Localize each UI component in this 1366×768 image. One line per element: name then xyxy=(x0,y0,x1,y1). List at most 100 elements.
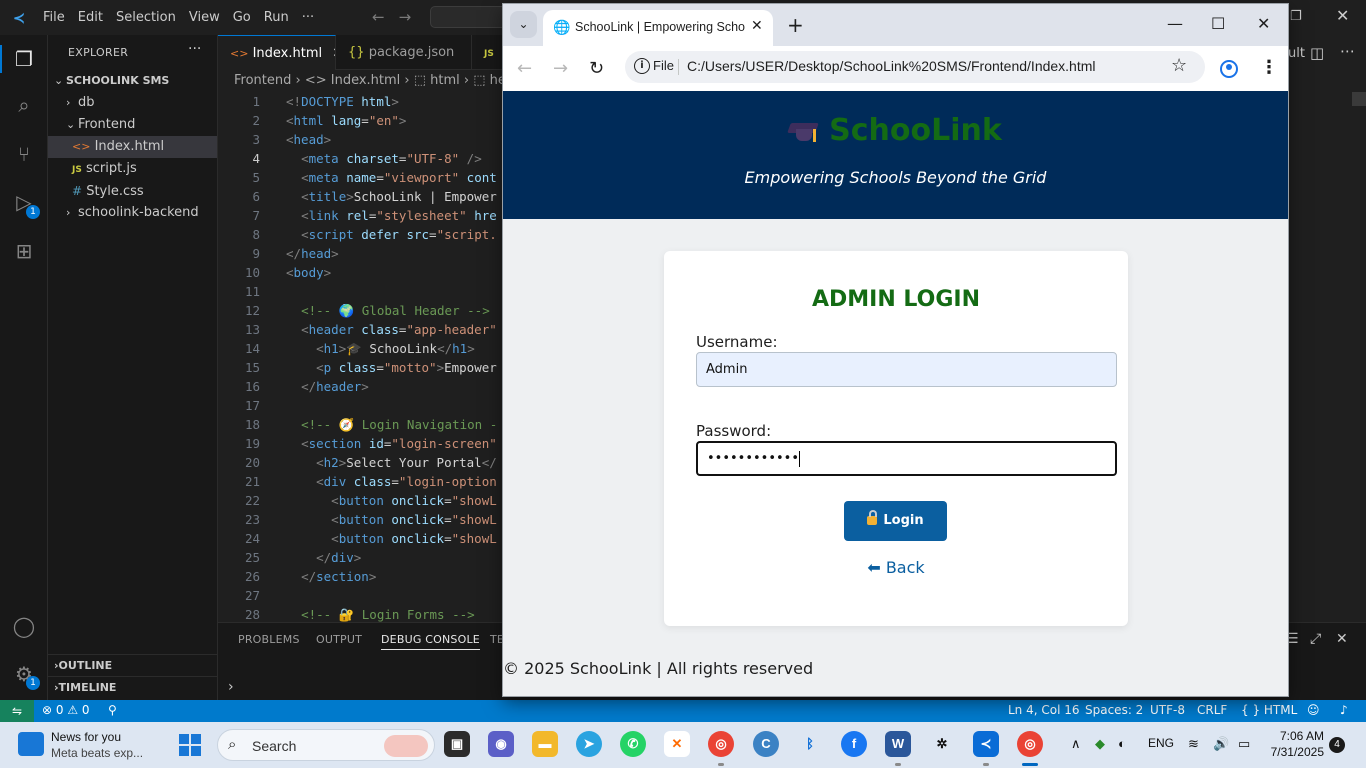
url-text[interactable]: C:/Users/USER/Desktop/SchooLink%20SMS/Fr… xyxy=(687,58,1096,74)
tab-index-html[interactable]: <> Index.html ✕ xyxy=(218,35,336,70)
close-tab-icon[interactable]: ✕ xyxy=(751,18,763,34)
menu-run[interactable]: Run xyxy=(263,10,299,25)
windows-start-icon[interactable] xyxy=(179,734,201,756)
tree-item-style-css[interactable]: # Style.css xyxy=(48,180,217,202)
code-line[interactable]: 2 <html lang="en"> xyxy=(218,111,504,130)
word-icon[interactable]: W xyxy=(885,731,911,757)
copilot-icon[interactable]: ☺ xyxy=(1307,703,1320,717)
browser-tab[interactable]: 🌐 SchooLink | Empowering Schools Beyond … xyxy=(543,10,773,46)
menu-edit[interactable]: Edit xyxy=(77,10,113,25)
chrome-icon[interactable]: ◎ xyxy=(708,731,734,757)
menu-file[interactable]: File xyxy=(42,10,75,25)
vscode-nav-arrows-icon[interactable]: ←→ xyxy=(372,8,425,26)
task-view-icon[interactable]: ▣ xyxy=(444,731,470,757)
accounts-icon[interactable]: ◯ xyxy=(12,614,36,638)
vscode-taskbar-icon[interactable]: ≺ xyxy=(973,731,999,757)
tab-search-chevron-icon[interactable]: ⌄ xyxy=(510,11,537,38)
menu-selection[interactable]: Selection xyxy=(115,10,186,25)
news-subtitle[interactable]: Meta beats exp... xyxy=(51,746,143,760)
show-hidden-icons-icon[interactable]: ∧ xyxy=(1071,736,1081,752)
debug-status-icon[interactable]: ⚲ xyxy=(108,703,117,717)
extensions-icon[interactable]: ⊞ xyxy=(12,239,36,263)
problems-status[interactable]: ⊗ 0 ⚠ 0 xyxy=(42,703,90,717)
timeline-section[interactable]: ›TIMELINE xyxy=(48,676,217,698)
code-line[interactable]: 15 <p class="motto">Empower xyxy=(218,358,504,377)
scrollbar-thumb[interactable] xyxy=(1352,92,1366,106)
menu-more-icon[interactable]: ··· xyxy=(301,10,324,25)
code-line[interactable]: 23 <button onclick="showL xyxy=(218,510,504,529)
code-line[interactable]: 9 </head> xyxy=(218,244,504,263)
encoding-status[interactable]: UTF-8 xyxy=(1150,703,1185,717)
security-tray-icon[interactable]: ◆ xyxy=(1095,736,1105,752)
username-input[interactable]: Admin xyxy=(696,352,1117,387)
site-info-icon[interactable]: i xyxy=(634,58,650,74)
forward-arrow-icon[interactable]: → xyxy=(553,58,568,79)
notifications-bell-icon[interactable]: ♪ xyxy=(1340,703,1348,717)
cursor-position[interactable]: Ln 4, Col 16 xyxy=(1008,703,1080,717)
code-line[interactable]: 8 <script defer src="script. xyxy=(218,225,504,244)
code-line[interactable]: 24 <button onclick="showL xyxy=(218,529,504,548)
clock[interactable]: 7:06 AM 7/31/2025 xyxy=(1268,729,1324,759)
tab-package-json[interactable]: {} package.json xyxy=(336,35,472,70)
back-arrow-icon[interactable]: ← xyxy=(517,58,532,79)
outline-section[interactable]: ›OUTLINE xyxy=(48,654,217,676)
language-indicator[interactable]: ENG xyxy=(1148,736,1174,750)
vscode-close-icon[interactable]: ✕ xyxy=(1336,6,1349,25)
chevron-right-icon[interactable]: › xyxy=(228,679,234,695)
code-line[interactable]: 12 <!-- 🌍 Global Header --> xyxy=(218,301,504,320)
tree-item-frontend[interactable]: ⌄ Frontend xyxy=(48,114,217,136)
code-line[interactable]: 10 <body> xyxy=(218,263,504,282)
panel-tab-debug-console[interactable]: DEBUG CONSOLE xyxy=(381,633,480,650)
close-panel-icon[interactable]: ✕ xyxy=(1336,631,1348,647)
network-tray-icon[interactable]: ◐ xyxy=(1118,736,1126,751)
code-line[interactable]: 4 <meta charset="UTF-8" /> xyxy=(218,149,504,168)
taskbar-search[interactable]: ⌕ Search xyxy=(217,729,435,761)
minimize-icon[interactable]: — xyxy=(1167,14,1183,33)
project-root[interactable]: ⌄ SCHOOLINK SMS xyxy=(48,70,217,92)
file-explorer-icon[interactable]: ▬ xyxy=(532,731,558,757)
menu-go[interactable]: Go xyxy=(232,10,261,25)
xender-icon[interactable]: ✕ xyxy=(664,731,690,757)
code-line[interactable]: 27 xyxy=(218,586,504,605)
maximize-icon[interactable]: ☐ xyxy=(1211,14,1225,33)
bookmark-star-icon[interactable]: ☆ xyxy=(1171,55,1187,76)
explorer-more-icon[interactable]: ··· xyxy=(188,41,201,57)
bluetooth-icon[interactable]: ᛒ xyxy=(797,731,823,757)
edge-icon[interactable]: C xyxy=(753,731,779,757)
news-widget-icon[interactable] xyxy=(18,732,44,756)
tree-item-schoolink-backend[interactable]: › schoolink-backend xyxy=(48,202,217,224)
more-actions-icon[interactable]: ⋯ xyxy=(1340,42,1355,60)
code-line[interactable]: 3 <head> xyxy=(218,130,504,149)
panel-tab-terminal[interactable]: TE xyxy=(490,633,504,646)
volume-icon[interactable]: 🔊 xyxy=(1213,736,1229,752)
news-title[interactable]: News for you xyxy=(51,730,121,744)
tree-item-script-js[interactable]: JS script.js xyxy=(48,158,217,180)
code-line[interactable]: 16 </header> xyxy=(218,377,504,396)
code-line[interactable]: 13 <header class="app-header" xyxy=(218,320,504,339)
remote-indicator-icon[interactable]: ⇋ xyxy=(0,700,34,722)
language-status[interactable]: { } HTML xyxy=(1241,703,1297,717)
eol-status[interactable]: CRLF xyxy=(1197,703,1227,717)
code-line[interactable]: 17 xyxy=(218,396,504,415)
search-icon[interactable]: ⌕ xyxy=(12,93,36,117)
code-line[interactable]: 21 <div class="login-option xyxy=(218,472,504,491)
address-bar[interactable]: i File C:/Users/USER/Desktop/SchooLink%2… xyxy=(625,51,1205,83)
code-line[interactable]: 11 xyxy=(218,282,504,301)
close-window-icon[interactable]: ✕ xyxy=(1257,14,1270,33)
breadcrumb[interactable]: Frontend › <> Index.html › ⬚ html › ⬚ he… xyxy=(218,70,504,92)
code-line[interactable]: 28 <!-- 🔐 Login Forms --> xyxy=(218,605,504,622)
telegram-icon[interactable]: ➤ xyxy=(576,731,602,757)
vscode-command-center[interactable] xyxy=(430,6,510,28)
teams-meet-icon[interactable]: ◉ xyxy=(488,731,514,757)
code-line[interactable]: 6 <title>SchooLink | Empower xyxy=(218,187,504,206)
code-line[interactable]: 22 <button onclick="showL xyxy=(218,491,504,510)
back-link[interactable]: ⬅ Back xyxy=(664,558,1128,577)
split-editor-icon[interactable]: ◫ xyxy=(1310,44,1324,62)
code-line[interactable]: 14 <h1>🎓 SchooLink</h1> xyxy=(218,339,504,358)
code-line[interactable]: 20 <h2>Select Your Portal</ xyxy=(218,453,504,472)
maximize-panel-icon[interactable]: ⤢ xyxy=(1310,631,1321,647)
source-control-icon[interactable]: ⑂ xyxy=(12,142,36,166)
chrome-active-icon[interactable]: ◎ xyxy=(1017,731,1043,757)
indent-status[interactable]: Spaces: 2 xyxy=(1085,703,1143,717)
tree-item-db[interactable]: › db xyxy=(48,92,217,114)
